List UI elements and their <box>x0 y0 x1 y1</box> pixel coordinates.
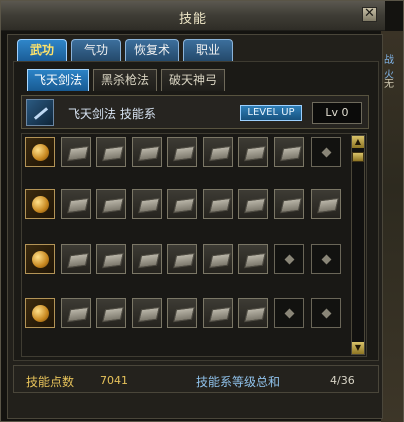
subtab-potian-bow[interactable]: 破天神弓 <box>161 69 225 91</box>
skill-line-header: 飞天剑法 技能系 LEVEL UP Lv 0 <box>21 95 369 129</box>
window-title: 技能 <box>178 12 207 27</box>
skill-book-icon[interactable] <box>61 189 91 219</box>
tab-recovery[interactable]: 恢复术 <box>125 39 179 61</box>
skill-points-label: 技能点数 <box>26 375 75 389</box>
skill-book-icon[interactable] <box>311 189 341 219</box>
level-display: Lv 0 <box>312 102 362 124</box>
empty-slot-icon[interactable] <box>274 244 304 274</box>
skill-window: 战火 无 技能 ✕ 武功 气功 恢复术 职业 飞天剑法 黑杀枪法 破天神弓 飞天… <box>0 0 404 422</box>
scroll-down-arrow-icon[interactable]: ▼ <box>352 342 364 354</box>
skill-book-icon[interactable] <box>96 137 126 167</box>
skill-line-total-value: 4/36 <box>330 374 355 387</box>
scroll-up-arrow-icon[interactable]: ▲ <box>352 136 364 148</box>
skill-book-icon[interactable] <box>132 189 162 219</box>
empty-slot-icon[interactable] <box>274 298 304 328</box>
background-edge: 战火 无 <box>381 31 403 422</box>
skill-row <box>1 189 341 221</box>
skill-book-icon[interactable] <box>238 189 268 219</box>
edge-text-2: 无 <box>384 79 394 90</box>
skill-book-icon[interactable] <box>203 298 233 328</box>
skill-points-value: 7041 <box>100 374 128 387</box>
tab-class[interactable]: 职业 <box>183 39 233 61</box>
skill-book-icon[interactable] <box>61 137 91 167</box>
skill-book-icon[interactable] <box>167 298 197 328</box>
footer-bar: 技能点数 7041 技能系等级总和 4/36 <box>13 365 379 393</box>
skill-row <box>1 298 341 330</box>
scrollbar[interactable]: ▲ ▼ <box>351 135 365 355</box>
skill-book-icon[interactable] <box>203 137 233 167</box>
skill-book-icon[interactable] <box>238 244 268 274</box>
empty-slot-icon[interactable] <box>311 298 341 328</box>
level-up-button[interactable]: LEVEL UP <box>240 105 302 121</box>
close-icon: ✕ <box>364 6 375 21</box>
tab-qigong[interactable]: 气功 <box>71 39 121 61</box>
skill-book-icon[interactable] <box>167 189 197 219</box>
skill-icon[interactable] <box>25 298 55 328</box>
skill-book-icon[interactable] <box>61 298 91 328</box>
skill-book-icon[interactable] <box>274 189 304 219</box>
skill-book-icon[interactable] <box>96 189 126 219</box>
skill-row <box>1 244 341 276</box>
skill-book-icon[interactable] <box>96 244 126 274</box>
tab-wugong[interactable]: 武功 <box>17 39 67 61</box>
empty-slot-icon[interactable] <box>311 137 341 167</box>
subtab-feitian-sword[interactable]: 飞天剑法 <box>27 69 89 91</box>
sword-icon <box>26 99 54 126</box>
subtab-heisha-spear[interactable]: 黑杀枪法 <box>93 69 157 91</box>
empty-slot-icon[interactable] <box>311 244 341 274</box>
skill-icon[interactable] <box>25 137 55 167</box>
skill-book-icon[interactable] <box>132 137 162 167</box>
skill-row <box>1 137 341 169</box>
skill-book-icon[interactable] <box>238 137 268 167</box>
skill-line-title: 飞天剑法 技能系 <box>68 107 156 121</box>
skill-icon[interactable] <box>25 244 55 274</box>
title-bar[interactable]: 技能 ✕ <box>1 1 385 31</box>
skill-book-icon[interactable] <box>203 244 233 274</box>
skill-book-icon[interactable] <box>167 137 197 167</box>
skill-book-icon[interactable] <box>96 298 126 328</box>
skill-book-icon[interactable] <box>167 244 197 274</box>
close-button[interactable]: ✕ <box>362 7 377 22</box>
skill-book-icon[interactable] <box>132 244 162 274</box>
skill-book-icon[interactable] <box>274 137 304 167</box>
skill-book-icon[interactable] <box>61 244 91 274</box>
skill-book-icon[interactable] <box>132 298 162 328</box>
skill-book-icon[interactable] <box>203 189 233 219</box>
skill-line-total-label: 技能系等级总和 <box>196 375 281 389</box>
skill-book-icon[interactable] <box>238 298 268 328</box>
skill-icon[interactable] <box>25 189 55 219</box>
scroll-thumb[interactable] <box>352 152 364 162</box>
